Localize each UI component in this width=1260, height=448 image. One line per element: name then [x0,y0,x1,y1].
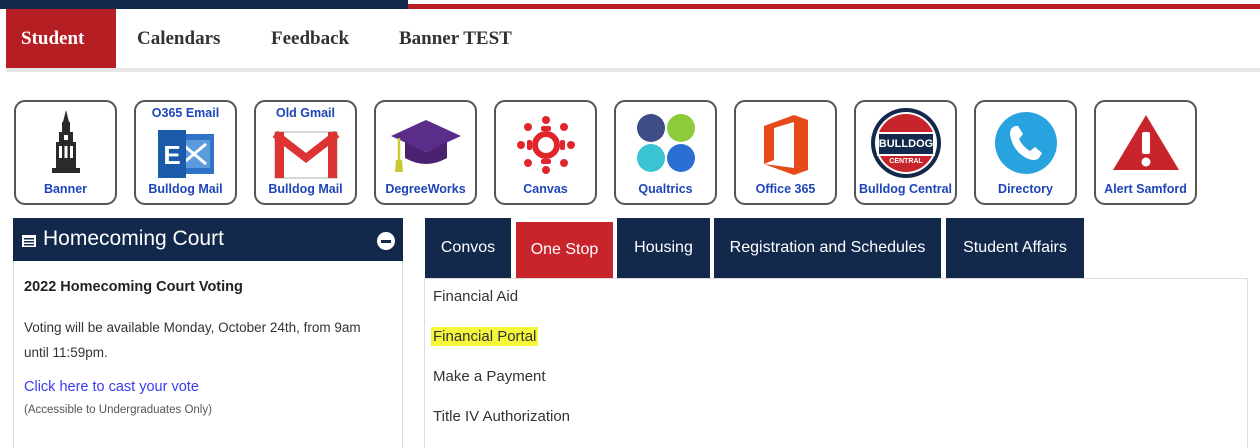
tile-label: Banner [43,182,88,196]
phone-icon [994,112,1057,174]
tile-qualtrics[interactable]: Qualtrics [614,100,717,205]
tile-top-label: O365 Email [151,106,220,120]
link-make-a-payment[interactable]: Make a Payment [431,367,548,386]
nav-calendars[interactable]: Calendars [120,9,237,69]
tile-label: Alert Samford [1104,182,1187,196]
link-financial-aid[interactable]: Financial Aid [431,287,520,306]
tab-registration-and-schedules[interactable]: Registration and Schedules [714,218,941,278]
tab-convos[interactable]: Convos [425,218,511,278]
tile-label: Qualtrics [638,182,693,196]
tile-label: Bulldog Central [858,182,953,196]
gmail-icon [272,130,339,179]
tile-label: Bulldog Mail [268,182,343,196]
vote-title: 2022 Homecoming Court Voting [24,279,243,295]
tab-student-affairs[interactable]: Student Affairs [946,218,1084,278]
svg-text:BULLDOG: BULLDOG [878,138,932,150]
chapel-icon [51,110,80,173]
tab-one-stop[interactable]: One Stop [516,222,613,278]
cast-vote-link[interactable]: Click here to cast your vote [24,379,199,395]
main-nav: Student Calendars Feedback Banner TEST [0,9,1260,71]
canvas-icon [516,116,575,174]
svg-text:E: E [163,140,180,170]
tile-office-365[interactable]: Office 365 [734,100,837,205]
tile-label: Canvas [523,182,568,196]
tile-degreeworks[interactable]: DegreeWorks [374,100,477,205]
link-financial-portal[interactable]: Financial Portal [431,327,539,346]
office-icon [763,115,808,175]
link-title-iv-authorization[interactable]: Title IV Authorization [431,407,572,426]
list-icon [22,235,36,247]
tile-banner[interactable]: Banner [14,100,117,205]
tile-directory[interactable]: Directory [974,100,1077,205]
nav-student[interactable]: Student [6,9,116,69]
vote-description: Voting will be available Monday, October… [24,320,361,360]
exchange-icon: E [157,130,214,178]
homecoming-panel-body: 2022 Homecoming Court Voting Voting will… [13,261,403,448]
tile-label: DegreeWorks [385,182,466,196]
tab-housing[interactable]: Housing [617,218,710,278]
tile-label: Directory [998,182,1053,196]
bulldog-central-icon: BULLDOG CENTRAL [870,108,941,178]
tile-top-label: Old Gmail [275,106,336,120]
collapse-icon[interactable] [377,232,395,250]
tab-content-one-stop: Financial Aid Financial Portal Make a Pa… [424,278,1248,448]
tile-canvas[interactable]: Canvas [494,100,597,205]
tile-o365-email[interactable]: O365 Email E Bulldog Mail [134,100,237,205]
panel-title: Homecoming Court [43,227,224,250]
vote-note: (Accessible to Undergraduates Only) [24,404,212,416]
tile-bulldog-central[interactable]: BULLDOG CENTRAL Bulldog Central [854,100,957,205]
qualtrics-icon [636,114,695,172]
tile-alert-samford[interactable]: Alert Samford [1094,100,1197,205]
top-accent-bar-navy [0,0,408,9]
graduation-cap-icon [390,120,461,172]
homecoming-panel-header: Homecoming Court [13,218,403,261]
alert-icon [1112,115,1179,170]
nav-banner-test[interactable]: Banner TEST [382,9,529,69]
tile-label: Bulldog Mail [148,182,223,196]
nav-feedback[interactable]: Feedback [254,9,366,69]
svg-text:CENTRAL: CENTRAL [889,158,923,165]
nav-divider [6,68,1260,72]
tile-label: Office 365 [755,182,816,196]
tile-old-gmail[interactable]: Old Gmail Bulldog Mail [254,100,357,205]
